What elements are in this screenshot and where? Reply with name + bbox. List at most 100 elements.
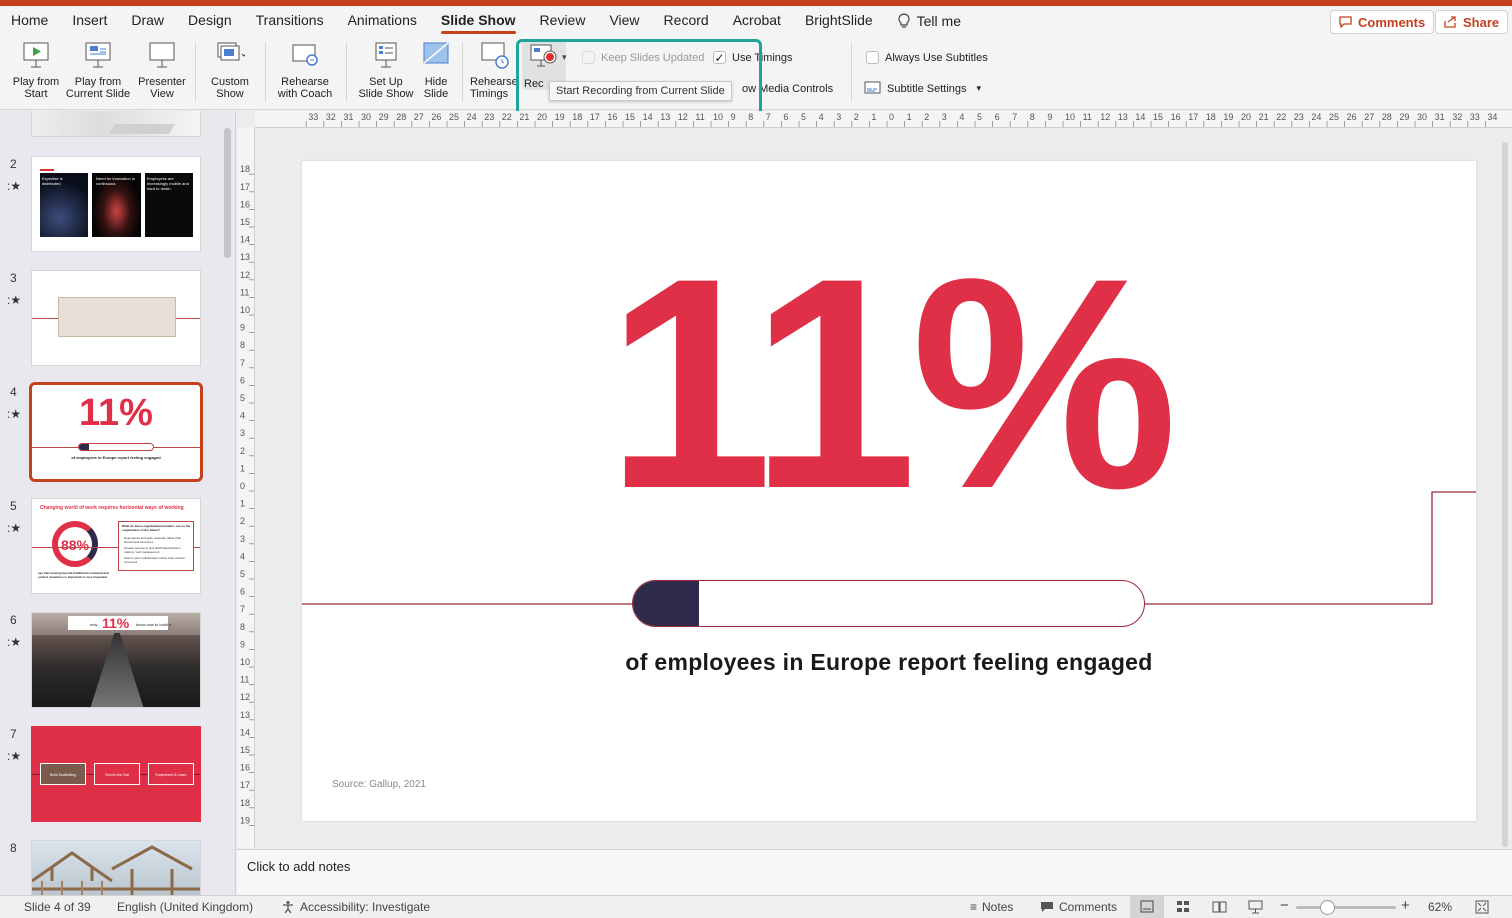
- powerpoint-window: Home Insert Draw Design Transitions Anim…: [0, 0, 1512, 918]
- ruler-tick-label: 33: [1470, 112, 1480, 122]
- zoom-slider-knob[interactable]: [1320, 900, 1335, 915]
- animation-star-icon: :★: [7, 749, 22, 763]
- ruler-tick-label: 8: [240, 340, 245, 350]
- accessibility-status[interactable]: Accessibility: Investigate: [281, 900, 430, 914]
- thumbnail-slide-4[interactable]: 11% of employees in Europe report feelin…: [29, 382, 203, 482]
- thumbnail-slide-2[interactable]: Expertise is distributed Need for innova…: [31, 156, 201, 252]
- tab-review[interactable]: Review: [540, 6, 586, 36]
- slide-show-icon[interactable]: [1248, 900, 1263, 914]
- fit-to-window-icon[interactable]: [1475, 900, 1489, 914]
- share-icon: [1444, 16, 1456, 28]
- slide-sorter-icon[interactable]: [1176, 900, 1190, 913]
- zoom-slider[interactable]: [1296, 900, 1396, 915]
- ruler-tick-label: 3: [836, 112, 841, 122]
- show-media-controls-checkbox[interactable]: ow Media Controls: [742, 83, 833, 95]
- presenter-view-button[interactable]: Presenter View: [134, 40, 190, 100]
- tab-design[interactable]: Design: [188, 6, 232, 36]
- ruler-tick-label: 11: [695, 112, 704, 122]
- comments-toggle[interactable]: Comments: [1040, 900, 1117, 914]
- thumbnail-scrollbar[interactable]: [224, 128, 231, 258]
- custom-show-button[interactable]: Custom Show: [205, 40, 255, 100]
- zoom-level[interactable]: 62%: [1428, 900, 1452, 914]
- use-timings-checkbox[interactable]: ✓ Use Timings: [713, 51, 793, 65]
- zoom-in-button[interactable]: +: [1401, 897, 1410, 914]
- tab-slide-show[interactable]: Slide Show: [440, 6, 516, 36]
- tab-view[interactable]: View: [609, 6, 639, 36]
- thumb2-text-1: Expertise is distributed: [42, 176, 63, 186]
- ruler-tick-label: 17: [240, 780, 250, 790]
- thumbnail-slide-7[interactable]: Build Scaffolding Tend to the Soil Exper…: [31, 726, 201, 822]
- hide-slide-label: Hide Slide: [423, 76, 449, 100]
- thumbnail-slide-6[interactable]: only 11% know how to build it: [31, 612, 201, 708]
- thumb7-label-2: Tend to the Soil: [104, 773, 130, 777]
- always-use-subtitles-box[interactable]: [866, 51, 879, 64]
- rehearse-timings-icon: [481, 42, 509, 69]
- ruler-tick-label: 16: [240, 199, 250, 209]
- play-from-current-button[interactable]: Play from Current Slide: [63, 40, 133, 100]
- tab-transitions[interactable]: Transitions: [256, 6, 324, 36]
- ribbon-separator: [462, 42, 463, 102]
- ruler-tick-label: 12: [678, 112, 688, 122]
- reading-view-icon[interactable]: [1212, 900, 1227, 913]
- engagement-progress-bar: [632, 580, 1145, 627]
- tell-me[interactable]: Tell me: [897, 6, 961, 36]
- tab-acrobat[interactable]: Acrobat: [733, 6, 781, 36]
- always-use-subtitles-checkbox[interactable]: Always Use Subtitles: [866, 51, 988, 64]
- share-button[interactable]: Share: [1435, 10, 1509, 34]
- zoom-out-button[interactable]: −: [1280, 897, 1289, 914]
- ruler-tick-label: 8: [1030, 112, 1035, 122]
- thumbnail-slide-1[interactable]: [31, 111, 201, 137]
- keep-slides-updated-checkbox[interactable]: Keep Slides Updated: [582, 51, 704, 64]
- hide-slide-button[interactable]: Hide Slide: [418, 40, 454, 100]
- record-icon: [530, 44, 557, 67]
- comment-icon: [1041, 902, 1053, 912]
- thumbnail-slide-8[interactable]: [31, 840, 201, 895]
- language-indicator[interactable]: English (United Kingdom): [117, 900, 253, 914]
- ruler-tick-label: 4: [240, 551, 245, 561]
- tab-brightslide[interactable]: BrightSlide: [805, 6, 873, 36]
- tab-animations[interactable]: Animations: [348, 6, 417, 36]
- tab-home[interactable]: Home: [11, 6, 48, 36]
- comments-button[interactable]: Comments: [1330, 10, 1435, 34]
- ruler-tick-label: 3: [942, 112, 947, 122]
- ruler-tick-label: 18: [240, 164, 250, 174]
- ruler-tick-label: 16: [607, 112, 617, 122]
- thumb7-label-1: Build Scaffolding: [49, 773, 76, 777]
- notes-toggle[interactable]: ≡ Notes: [970, 900, 1013, 914]
- rehearse-timings-button[interactable]: Rehearse Timings: [468, 40, 520, 100]
- thumb5-title: Changing world of work requires horizont…: [40, 505, 184, 511]
- use-timings-box[interactable]: ✓: [713, 51, 726, 65]
- ruler-tick-label: 4: [819, 112, 824, 122]
- set-up-slide-show-button[interactable]: Set Up Slide Show: [354, 40, 418, 100]
- notes-pane[interactable]: Click to add notes: [237, 849, 1512, 895]
- thumb4-big-number: 11%: [79, 392, 153, 434]
- ruler-tick-label: 6: [783, 112, 788, 122]
- ruler-tick-label: 32: [1452, 112, 1462, 122]
- comments-button-label: Comments: [1358, 14, 1426, 30]
- ruler-tick-label: 16: [1171, 112, 1181, 122]
- record-tooltip: Start Recording from Current Slide: [549, 81, 732, 101]
- thumb7-label-3: Experiment & Learn: [155, 773, 187, 777]
- play-from-start-button[interactable]: Play from Start: [8, 40, 64, 100]
- ruler-tick-label: 13: [240, 252, 250, 262]
- keep-slides-updated-box[interactable]: [582, 51, 595, 64]
- subtitle-settings-button[interactable]: Subtitle Settings ▾: [864, 81, 981, 96]
- canvas-scrollbar[interactable]: [1502, 142, 1508, 847]
- notes-placeholder[interactable]: Click to add notes: [247, 859, 350, 874]
- thumbnail-slide-3[interactable]: [31, 270, 201, 366]
- slide-number: 8: [10, 841, 17, 855]
- tab-record[interactable]: Record: [664, 6, 709, 36]
- record-dropdown-icon[interactable]: ▾: [562, 52, 567, 63]
- use-timings-label: Use Timings: [732, 51, 793, 64]
- tab-draw[interactable]: Draw: [131, 6, 164, 36]
- ruler-tick-label: 8: [748, 112, 753, 122]
- rehearse-with-coach-button[interactable]: Rehearse with Coach: [273, 40, 337, 100]
- ruler-tick-label: 26: [1347, 112, 1357, 122]
- slide-number: 6: [10, 613, 17, 627]
- thumbnail-slide-5[interactable]: Changing world of work requires horizont…: [31, 498, 201, 594]
- current-slide[interactable]: 11% of employees in Europe report feelin…: [302, 161, 1476, 821]
- ruler-tick-label: 12: [240, 270, 250, 280]
- tab-insert[interactable]: Insert: [72, 6, 107, 36]
- accessibility-icon: [283, 901, 293, 914]
- ribbon-tabs: Home Insert Draw Design Transitions Anim…: [0, 6, 1512, 36]
